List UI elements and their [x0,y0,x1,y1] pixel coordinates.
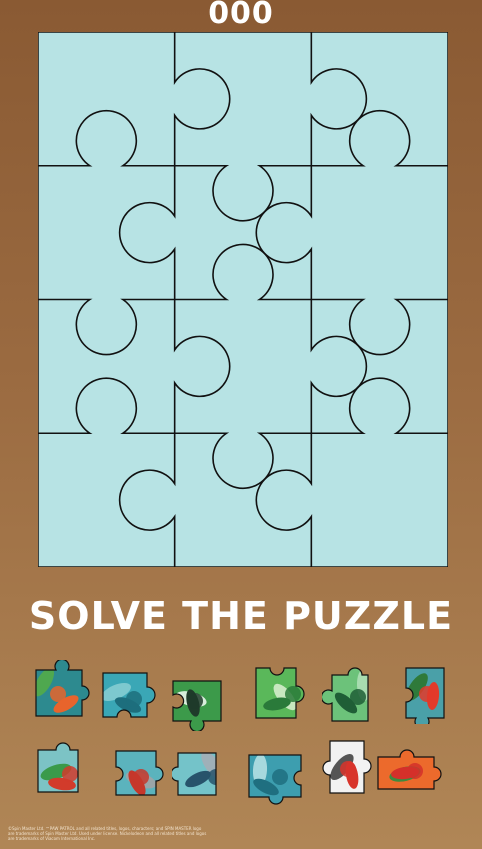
puzzle-piece-image [35,658,90,717]
puzzle-piece-image [172,680,222,733]
puzzle-piece-10[interactable] [243,743,315,811]
puzzle-piece-1[interactable] [30,658,102,728]
puzzle-piece-image [170,752,217,796]
puzzle-piece-5[interactable] [320,663,394,731]
puzzle-piece-image [102,672,156,718]
puzzle-piece-7[interactable] [30,740,102,808]
piece-tray [0,655,482,805]
puzzle-piece-12[interactable] [374,737,446,805]
puzzle-piece-image [248,754,302,805]
puzzle-piece-6[interactable] [398,660,470,730]
puzzle-piece-9[interactable] [170,743,244,811]
score-counter: 000 [208,0,274,31]
puzzle-board-grid [38,32,448,567]
puzzle-piece-image [377,749,442,790]
puzzle-piece-image [405,667,445,730]
puzzle-piece-2[interactable] [95,665,167,733]
puzzle-piece-image [37,742,79,793]
puzzle-piece-3[interactable] [163,667,235,735]
puzzle-board[interactable] [38,32,448,567]
copyright-line-3: are trademarks of Viacom International I… [8,836,96,841]
copyright-notice: ©Spin Master Ltd. ™PAW PATROL and all re… [8,826,308,841]
puzzle-piece-4[interactable] [250,660,322,728]
puzzle-piece-image [320,667,369,722]
puzzle-instruction-title: SOLVE THE PUZZLE [28,594,454,638]
puzzle-piece-8[interactable] [108,743,180,811]
puzzle-piece-image [115,750,164,796]
puzzle-piece-image [255,667,305,719]
